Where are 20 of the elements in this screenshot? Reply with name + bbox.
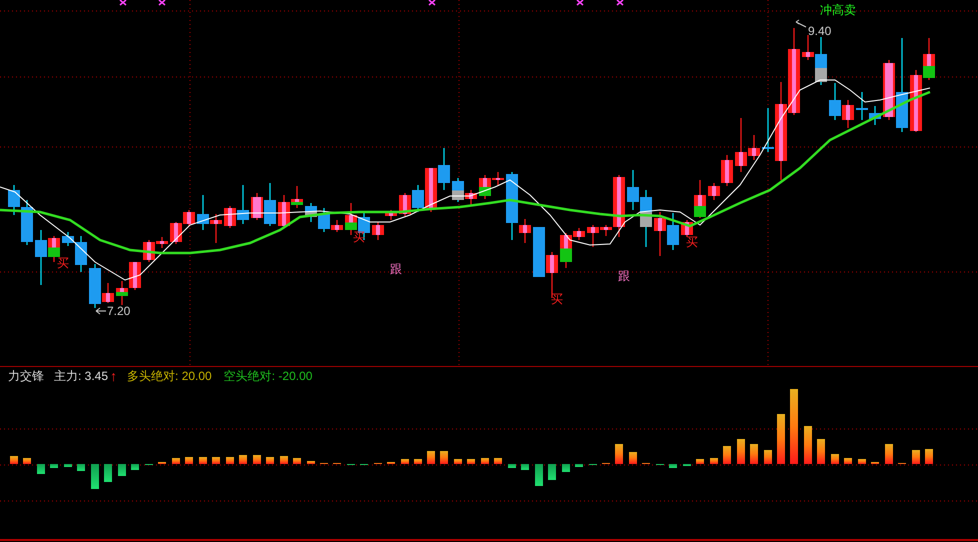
indicator-name: 力交锋 [8, 370, 44, 382]
cross-marker-icon [158, 0, 166, 6]
signal-label: 跟 [618, 270, 630, 282]
signal-label: 买 [551, 293, 563, 305]
indicator-value: 多头绝对: 20.00 [127, 370, 212, 382]
price-label: 9.40 [808, 25, 832, 37]
signal-label: 买 [686, 236, 698, 248]
indicator-value: 空头绝对: -20.00 [224, 370, 312, 382]
signal-label: 冲高卖 [820, 4, 856, 16]
trend-arrow: ↑ [110, 369, 118, 383]
price-label: 7.20 [107, 305, 130, 317]
indicator-value: 主力: 3.45 [54, 370, 108, 382]
pointer-arrow-icon [96, 308, 106, 314]
signal-label: 跟 [390, 263, 402, 275]
signal-label: 买 [57, 257, 69, 269]
cross-marker-icon [616, 0, 624, 6]
cross-marker-icon [428, 0, 436, 6]
cross-marker-icon [576, 0, 584, 6]
cross-marker-icon [119, 0, 127, 6]
pointer-arrow-icon [796, 20, 806, 28]
